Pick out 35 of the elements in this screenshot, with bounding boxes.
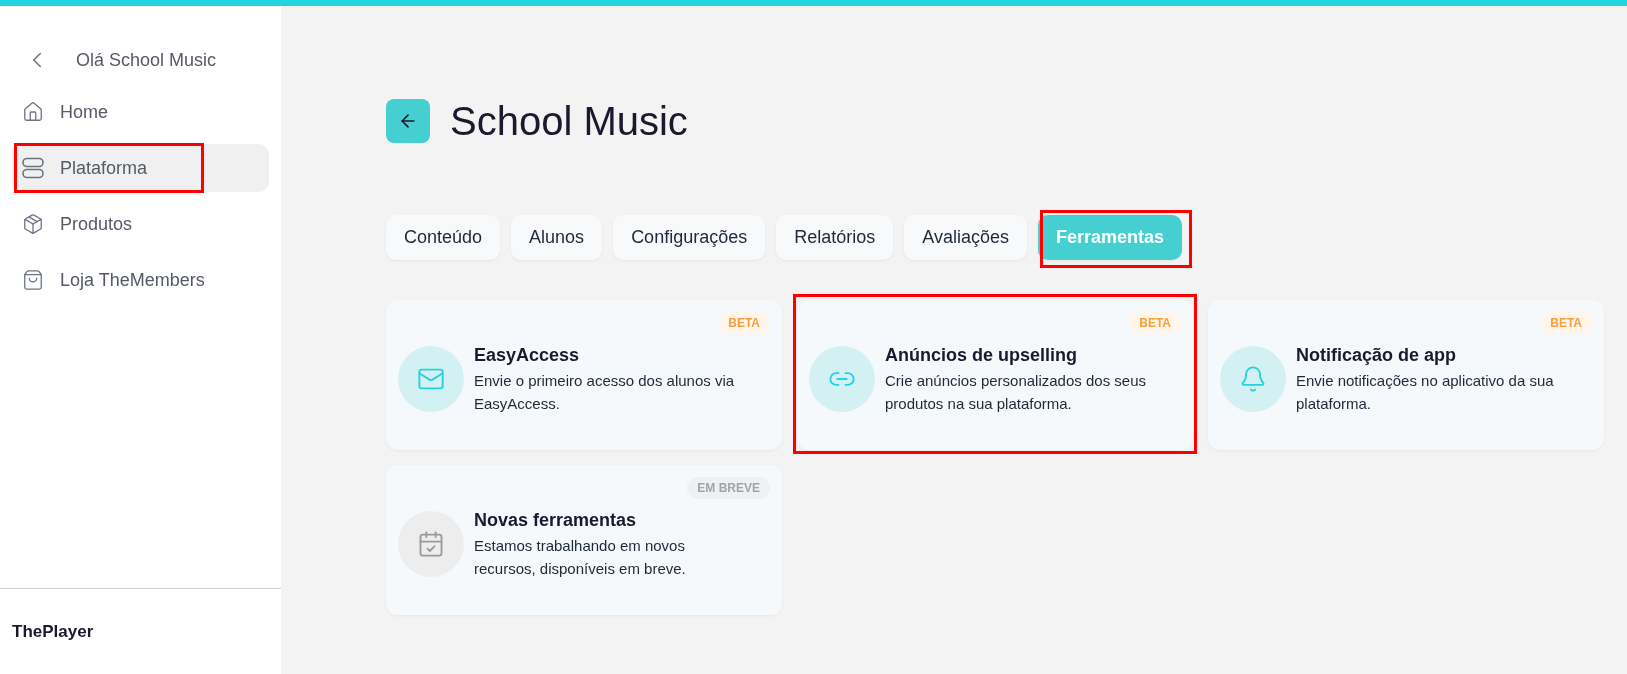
tab[interactable]: Relatórios [776,215,894,260]
box-icon [22,213,44,235]
calendar-check-icon [417,529,445,558]
sidebar-item[interactable]: Plataforma [12,144,269,192]
tab[interactable]: Avaliações [904,215,1027,260]
card-title: Novas ferramentas [474,509,638,532]
bell-icon [1239,364,1267,393]
card-title: EasyAccess [474,344,581,367]
card-description: Crie anúncios personalizados dos seus produtos na sua plataforma. [885,371,1147,414]
bag-icon [22,269,44,291]
status-badge: BETA [1540,312,1592,334]
home-icon [22,101,44,123]
account-title: Olá School Music [76,48,217,72]
tool-card[interactable]: BETA EasyAccess Envie o primeiro acesso dos alunos via EasyAccess. [386,300,782,450]
sidebar-item[interactable]: Loja TheMembers [12,256,269,304]
card-description: Envie o primeiro acesso dos alunos via EasyAccess. [474,371,736,414]
tab[interactable]: Configurações [613,215,766,260]
tool-card[interactable]: BETA Anúncios de upselling Crie anúncios personalizados dos seus produtos na sua plataforma. [797,300,1193,450]
card-description: Estamos trabalhando em novos recursos, disponíveis em breve. [474,536,687,579]
tool-card[interactable]: EM BREVE Novas ferramentas Estamos trabalhando em novos recursos, disponíveis em breve. [386,465,782,615]
card-title: Anúncios de upselling [885,344,1078,367]
tab[interactable]: Conteúdo [386,215,501,260]
tool-card[interactable]: BETA Notificação de app Envie notificações no aplicativo da sua plataforma. [1208,300,1604,450]
back-button[interactable] [386,99,430,143]
status-badge: BETA [1129,312,1181,334]
brand-name: ThePlayer [12,620,94,643]
card-description: Envie notificações no aplicativo da sua plataforma. [1296,371,1555,414]
tab[interactable]: Alunos [511,215,603,260]
status-badge: EM BREVE [687,477,770,499]
sidebar-item[interactable]: Home [12,88,269,136]
status-badge: BETA [718,312,770,334]
page-title: School Music [450,98,688,145]
sidebar-item[interactable]: Produtos [12,200,269,248]
layers-icon [22,157,44,179]
card-title: Notificação de app [1296,344,1458,367]
